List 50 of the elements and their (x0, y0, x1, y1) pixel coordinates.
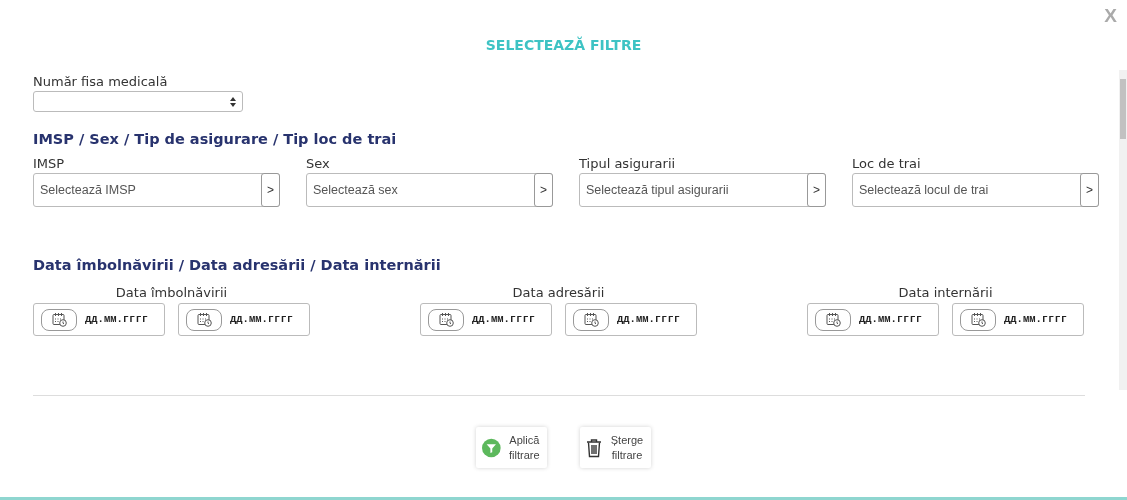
field-label: Număr fisa medicală (33, 74, 169, 89)
calendar-button[interactable] (960, 308, 996, 331)
clear-filters-button[interactable]: Șterge filtrare (580, 427, 651, 468)
field-label: Sex (306, 156, 331, 172)
date-picker[interactable]: дд.мм.гггг (33, 303, 165, 337)
field-label: Tipul asigurarii (579, 156, 677, 172)
date-picker[interactable]: дд.мм.гггг (178, 303, 310, 337)
date-label: Data internării (897, 283, 994, 302)
chevron-button[interactable]: > (807, 173, 826, 208)
select-field[interactable]: Selectează locul de trai > (852, 173, 1099, 208)
date-picker[interactable]: дд.мм.гггг (807, 303, 939, 337)
chevron-button[interactable]: > (261, 173, 280, 208)
chevron-button[interactable]: > (1080, 173, 1099, 208)
date-label: Data îmbolnăvirii (114, 283, 229, 302)
calendar-icon (583, 312, 599, 328)
chevron-button[interactable]: > (534, 173, 553, 208)
date-input[interactable]: дд.мм.гггг (859, 311, 934, 328)
date-input[interactable]: дд.мм.гггг (1004, 311, 1079, 328)
scrollbar[interactable] (1119, 70, 1127, 390)
filter-icon (482, 437, 501, 458)
dialog-title: SELECTEAZĂ FILTRE (485, 37, 642, 53)
select-field[interactable]: Selectează sex > (306, 173, 553, 208)
date-picker[interactable]: дд.мм.гггг (565, 303, 697, 337)
section-heading: IMSP / Sex / Tip de asigurare / Tip loc de trai (33, 131, 398, 149)
date-input[interactable]: дд.мм.гггг (617, 311, 692, 328)
section-heading: Data îmbolnăvirii / Data adresării / Data internării (33, 257, 442, 275)
field-label: IMSP (33, 156, 66, 172)
calendar-button[interactable] (186, 308, 222, 331)
date-input[interactable]: дд.мм.гггг (85, 311, 160, 328)
calendar-icon (825, 312, 841, 328)
select-field[interactable]: Selectează tipul asigurarii > (579, 173, 826, 208)
calendar-icon (970, 312, 986, 328)
date-label: Data adresării (511, 283, 606, 302)
calendar-icon (438, 312, 454, 328)
trash-icon (586, 437, 602, 458)
number-field[interactable] (33, 91, 243, 112)
calendar-icon (196, 312, 212, 328)
date-picker[interactable]: дд.мм.гггг (952, 303, 1084, 337)
date-input[interactable]: дд.мм.гггг (230, 311, 305, 328)
calendar-button[interactable] (41, 308, 77, 331)
calendar-icon (51, 312, 67, 328)
select-field[interactable]: Selectează IMSP > (33, 173, 280, 208)
spinner-icon (230, 96, 236, 107)
calendar-button[interactable] (815, 308, 851, 331)
date-input[interactable]: дд.мм.гггг (472, 311, 547, 328)
date-picker[interactable]: дд.мм.гггг (420, 303, 552, 337)
field-label: Loc de trai (852, 156, 922, 172)
calendar-button[interactable] (573, 308, 609, 331)
apply-filters-button[interactable]: Aplică filtrare (476, 427, 547, 468)
calendar-button[interactable] (428, 308, 464, 331)
